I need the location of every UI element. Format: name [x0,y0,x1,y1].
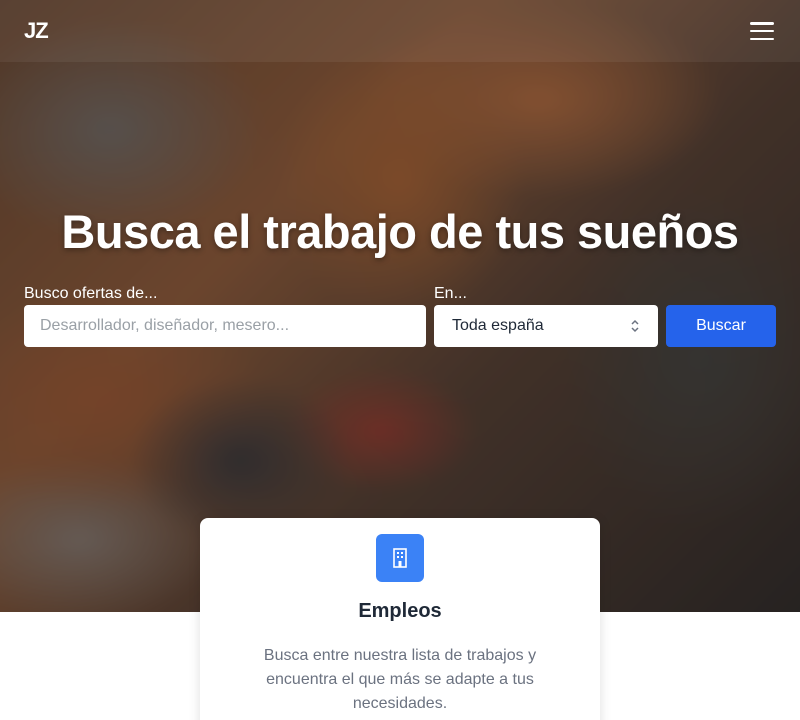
search-where-label: En... [434,285,467,302]
search-input[interactable] [24,305,426,347]
card-title: Empleos [358,600,442,622]
location-select[interactable]: Toda españa [434,305,658,347]
logo[interactable]: JZ [24,18,49,44]
search-button[interactable]: Buscar [666,305,776,347]
feature-card-empleos[interactable]: Empleos Busca entre nuestra lista de tra… [200,518,600,720]
building-icon [376,534,424,582]
chevron-up-down-icon [630,319,640,333]
navbar: JZ [0,0,800,62]
search-what-label: Busco ofertas de... [24,285,158,302]
location-select-value: Toda españa [452,317,544,334]
hero-title: Busca el trabajo de tus sueños [61,205,739,258]
card-description: Busca entre nuestra lista de trabajos y … [263,647,537,712]
hamburger-menu-icon[interactable] [750,22,774,40]
